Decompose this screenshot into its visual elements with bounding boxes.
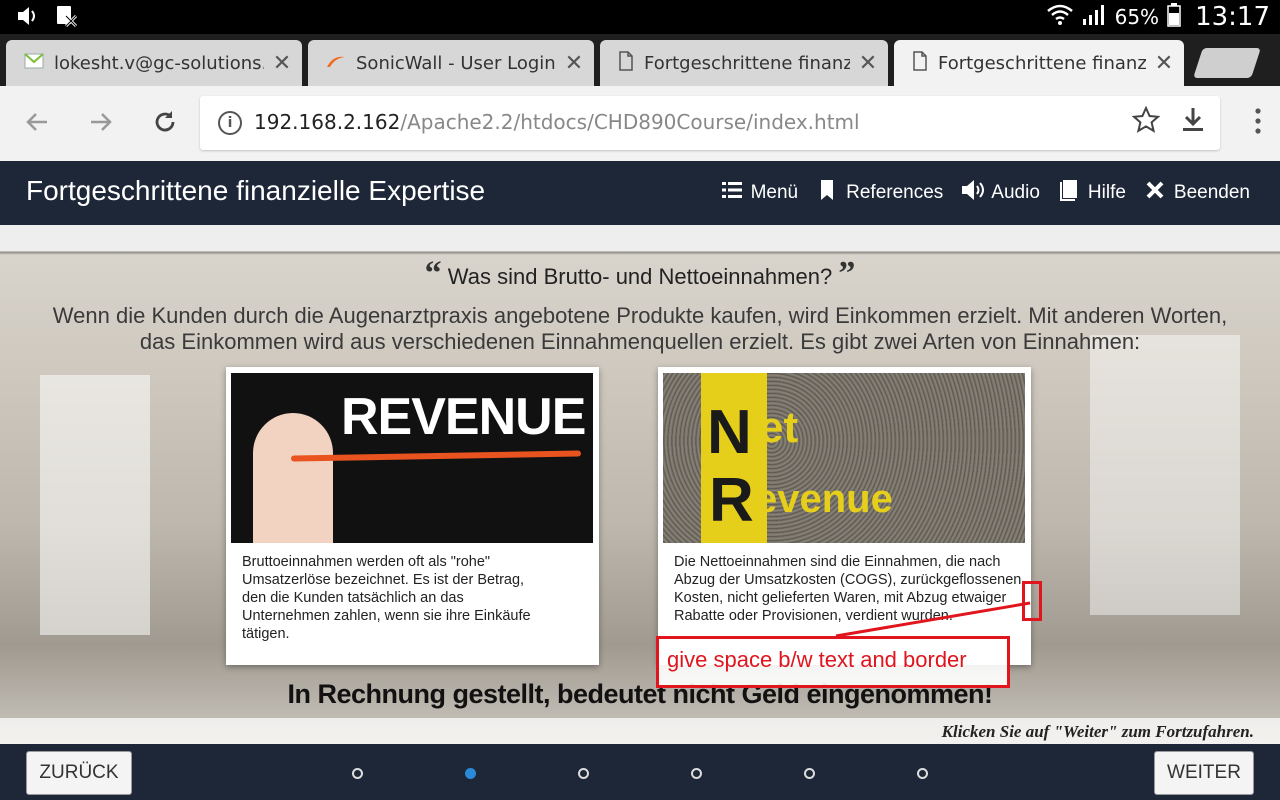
list-icon	[721, 181, 743, 205]
nav-exit-label: Beenden	[1173, 182, 1250, 203]
overflow-menu-icon[interactable]	[1254, 108, 1262, 134]
tab-mail[interactable]: lokesht.v@gc-solutions. ✕	[6, 40, 302, 86]
bookmark-star-icon[interactable]	[1131, 105, 1161, 141]
page-icon	[912, 50, 928, 76]
info-icon[interactable]: i	[218, 111, 242, 135]
nav-exit[interactable]: Beenden	[1144, 181, 1250, 205]
browser-toolbar: i 192.168.2.162/Apache2.2/htdocs/CHD890C…	[0, 86, 1280, 161]
tab-title: Fortgeschrittene finanzie	[938, 52, 1146, 74]
nav-help-label: Hilfe	[1087, 182, 1126, 203]
url-path: /Apache2.2/htdocs/CHD890Course/index.htm…	[400, 110, 860, 134]
book-icon	[1058, 179, 1080, 207]
signal-icon	[1081, 4, 1107, 31]
tab-course-1[interactable]: Fortgeschrittene finanzie ✕	[600, 40, 888, 86]
page-dot[interactable]	[691, 768, 702, 779]
volume-icon	[16, 5, 40, 31]
open-quote: “	[424, 255, 442, 292]
marker-stroke	[290, 450, 582, 462]
forward-arrow-icon[interactable]	[86, 108, 116, 138]
tab-close-icon[interactable]: ✕	[564, 51, 584, 76]
annotation-callout: give space b/w text and border	[656, 636, 1010, 688]
slide-question: “ Was sind Brutto- und Nettoeinnahmen? ”	[0, 255, 1280, 293]
annotation-highlight	[1022, 581, 1042, 621]
next-button[interactable]: WEITER	[1154, 751, 1254, 795]
background-window	[40, 375, 150, 635]
revenue-image-text: REVENUE	[341, 388, 586, 446]
no-sim-icon	[54, 4, 78, 32]
page-dot[interactable]	[578, 768, 589, 779]
url-text[interactable]: 192.168.2.162/Apache2.2/htdocs/CHD890Cou…	[254, 110, 860, 134]
annotation-text: give space b/w text and border	[667, 647, 967, 672]
url-host: 192.168.2.162	[254, 110, 401, 134]
page-dot[interactable]	[804, 768, 815, 779]
address-bar[interactable]: i 192.168.2.162/Apache2.2/htdocs/CHD890C…	[200, 96, 1220, 150]
course-nav: Menü References Audio Hilfe Beenden	[721, 179, 1250, 207]
intro-paragraph: Wenn die Kunden durch die Augenarztpraxi…	[52, 303, 1228, 354]
mail-icon	[24, 52, 44, 74]
nav-audio-label: Audio	[991, 182, 1040, 203]
tab-close-icon[interactable]: ✕	[858, 51, 878, 76]
background-window	[1090, 335, 1240, 615]
course-title: Fortgeschrittene finanzielle Expertise	[26, 175, 486, 206]
bookmark-icon	[816, 179, 838, 207]
nav-references-label: References	[846, 182, 944, 203]
page-dot[interactable]	[917, 768, 928, 779]
page-icon	[618, 50, 634, 76]
slide-stage: “ Was sind Brutto- und Nettoeinnahmen? ”…	[0, 225, 1280, 744]
continue-strip: Klicken Sie auf "Weiter" zum Fortzufahre…	[0, 718, 1280, 744]
speaker-icon	[961, 179, 985, 207]
reload-icon[interactable]	[150, 108, 180, 138]
nav-help[interactable]: Hilfe	[1058, 179, 1126, 207]
battery-percent: 65%	[1114, 5, 1160, 29]
hand-graphic	[253, 413, 333, 543]
close-quote: ”	[838, 255, 856, 292]
tab-close-icon[interactable]: ✕	[1154, 51, 1174, 76]
wifi-icon	[1046, 4, 1073, 31]
net-image-evenue: evenue	[755, 477, 893, 521]
status-bar: 65% 13:17	[0, 0, 1280, 34]
continue-hint: Klicken Sie auf "Weiter" zum Fortzufahre…	[941, 722, 1254, 741]
clock: 13:17	[1195, 2, 1270, 32]
tab-sonicwall[interactable]: SonicWall - User Login S ✕	[308, 40, 594, 86]
net-image-et: et	[759, 403, 799, 452]
close-icon	[1144, 181, 1166, 205]
nav-menu[interactable]: Menü	[721, 181, 799, 205]
net-revenue-image: N et R evenue	[663, 373, 1025, 543]
tab-title: lokesht.v@gc-solutions.	[54, 52, 264, 74]
new-tab-button[interactable]	[1193, 48, 1261, 78]
gross-revenue-card: REVENUE Bruttoeinnahmen werden oft als "…	[226, 367, 599, 665]
nav-audio[interactable]: Audio	[961, 179, 1040, 207]
nav-menu-label: Menü	[750, 182, 799, 203]
net-image-letter-n: N	[707, 398, 752, 467]
slide-subheading: In Rechnung gestellt, bedeutet nicht Gel…	[287, 679, 993, 709]
gross-revenue-text: Bruttoeinnahmen werden oft als "rohe" Um…	[242, 554, 531, 642]
back-button[interactable]: ZURÜCK	[26, 751, 132, 795]
question-text: Was sind Brutto- und Nettoeinnahmen?	[447, 264, 833, 289]
course-footer: ZURÜCK WEITER	[0, 744, 1280, 800]
net-revenue-card: N et R evenue Die Nettoeinnahmen sind di…	[658, 367, 1031, 665]
page-dot[interactable]	[352, 768, 363, 779]
back-arrow-icon[interactable]	[22, 108, 52, 138]
net-image-letter-r: R	[709, 466, 754, 535]
battery-icon	[1167, 2, 1181, 32]
nav-references[interactable]: References	[816, 179, 943, 207]
tab-title: SonicWall - User Login S	[356, 52, 556, 74]
tab-close-icon[interactable]: ✕	[272, 51, 292, 76]
browser-tab-strip: lokesht.v@gc-solutions. ✕ SonicWall - Us…	[0, 34, 1280, 86]
page-dot-current[interactable]	[465, 768, 476, 779]
course-header: Fortgeschrittene finanzielle Expertise M…	[0, 161, 1280, 225]
tab-title: Fortgeschrittene finanzie	[644, 52, 850, 74]
revenue-image: REVENUE	[231, 373, 593, 543]
download-icon[interactable]	[1180, 106, 1206, 141]
tab-course-active[interactable]: Fortgeschrittene finanzie ✕	[894, 40, 1184, 86]
sonicwall-icon	[326, 53, 346, 74]
